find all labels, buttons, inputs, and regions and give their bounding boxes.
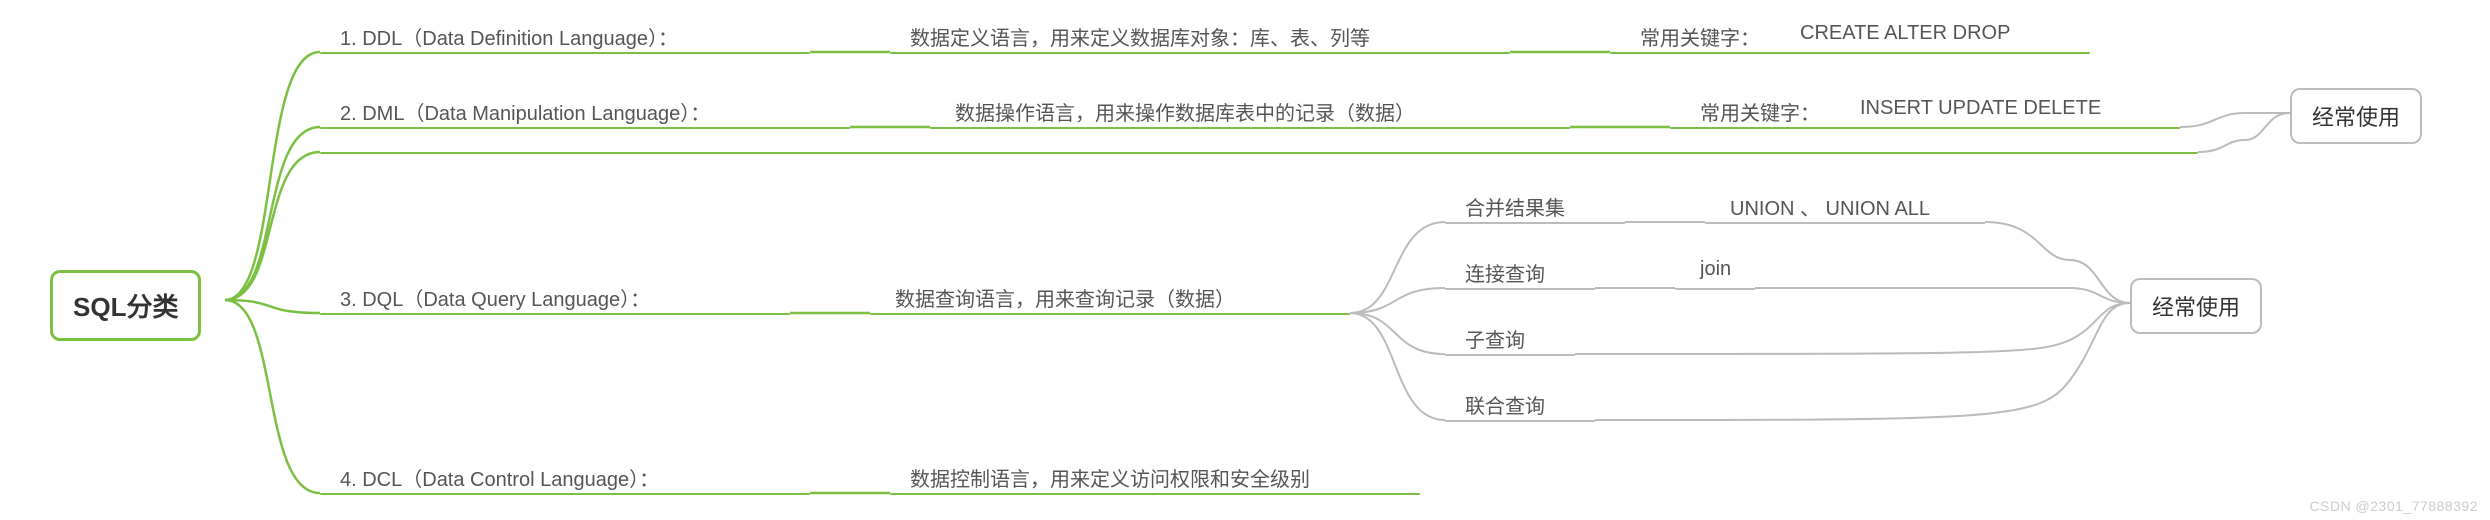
dql-child-join-label: 连接查询 bbox=[1465, 258, 1545, 287]
branch-ddl-kw-underline bbox=[1610, 52, 2090, 54]
connectors bbox=[0, 0, 2490, 520]
branch-ddl-underline bbox=[320, 52, 810, 54]
branch-dml-label: 2. DML（Data Manipulation Language）： bbox=[340, 97, 710, 126]
branch-dcl-desc: 数据控制语言，用来定义访问权限和安全级别 bbox=[910, 463, 1310, 492]
dql-child-sub-ul bbox=[1445, 354, 1575, 356]
root-node[interactable]: SQL分类 bbox=[50, 270, 201, 341]
branch-dml-desc-underline bbox=[930, 127, 1570, 129]
branch-ddl-keywords: CREATE ALTER DROP bbox=[1800, 22, 2010, 45]
root-title: SQL分类 bbox=[73, 292, 178, 322]
branch-ddl-label: 1. DDL（Data Definition Language）： bbox=[340, 22, 678, 51]
branch-ddl-desc-underline bbox=[890, 52, 1510, 54]
branch-dcl-desc-underline bbox=[890, 493, 1420, 495]
dql-child-union-detail: UNION 、 UNION ALL bbox=[1730, 192, 1930, 221]
dql-child-union-ul bbox=[1445, 222, 1625, 224]
dql-child-union-detail-ul bbox=[1705, 222, 1985, 224]
branch-dcl-label: 4. DCL（Data Control Language）： bbox=[340, 463, 659, 492]
branch-dml-keywords: INSERT UPDATE DELETE bbox=[1860, 97, 2101, 120]
branch-dql-desc: 数据查询语言，用来查询记录（数据） bbox=[895, 283, 1235, 312]
dql-child-combine-ul bbox=[1445, 420, 1595, 422]
branch-ddl-desc: 数据定义语言，用来定义数据库对象：库、表、列等 bbox=[910, 22, 1370, 51]
dql-child-union-label: 合并结果集 bbox=[1465, 192, 1565, 221]
branch-dml-desc: 数据操作语言，用来操作数据库表中的记录（数据） bbox=[955, 97, 1415, 126]
watermark: CSDN @2301_77888392 bbox=[2310, 498, 2479, 514]
dml-badge-text: 经常使用 bbox=[2312, 105, 2400, 130]
branch-dcl-underline bbox=[320, 493, 810, 495]
branch-ddl-keywords-label: 常用关键字： bbox=[1640, 22, 1760, 51]
branch-dql-underline bbox=[320, 313, 790, 315]
dql-child-join-detail: join bbox=[1700, 258, 1731, 281]
dql-child-combine-label: 联合查询 bbox=[1465, 390, 1545, 419]
dql-badge[interactable]: 经常使用 bbox=[2130, 278, 2262, 334]
dql-child-join-ul bbox=[1445, 288, 1595, 290]
branch-dql-desc-underline bbox=[870, 313, 1350, 315]
branch-dml-keywords-label: 常用关键字： bbox=[1700, 97, 1820, 126]
branch-dml-kw-underline bbox=[1670, 127, 2180, 129]
dml-badge[interactable]: 经常使用 bbox=[2290, 88, 2422, 144]
branch-dql-label: 3. DQL（Data Query Language）： bbox=[340, 283, 650, 312]
dql-badge-text: 经常使用 bbox=[2152, 295, 2240, 320]
dql-child-sub-label: 子查询 bbox=[1465, 324, 1525, 353]
branch-dml-underline bbox=[320, 127, 850, 129]
branch-dml-tail bbox=[320, 152, 2198, 154]
dql-child-join-detail-ul bbox=[1675, 288, 1755, 290]
